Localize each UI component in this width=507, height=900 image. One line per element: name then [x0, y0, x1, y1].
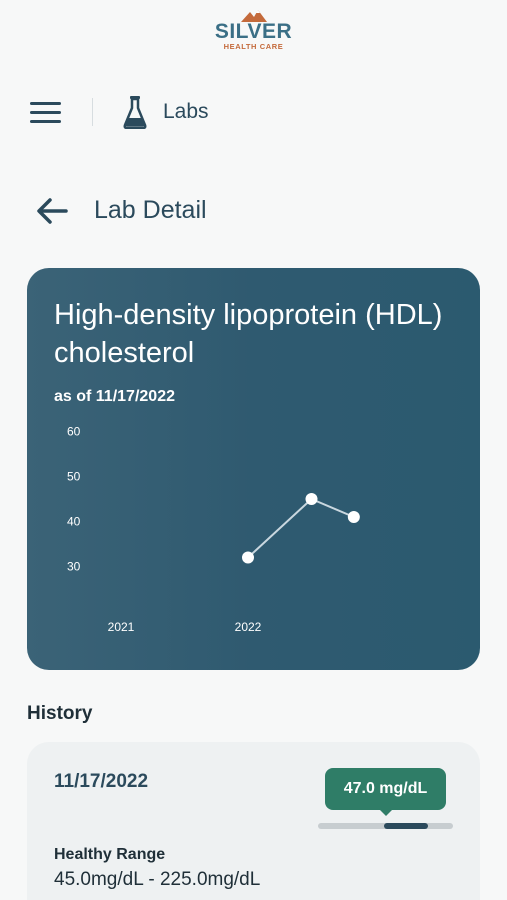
- x-tick-label: 2022: [235, 620, 262, 634]
- logo-wordmark: SILVER: [214, 20, 293, 43]
- data-point: [347, 511, 360, 523]
- y-tick-label: 50: [67, 470, 81, 484]
- page-header: Lab Detail: [36, 196, 207, 225]
- lab-chart-card: High-density lipoprotein (HDL) cholester…: [27, 268, 480, 670]
- page-title: Lab Detail: [94, 196, 207, 224]
- range-bar: [318, 823, 453, 829]
- history-date: 11/17/2022: [54, 771, 149, 792]
- history-item[interactable]: 11/17/2022 47.0 mg/dL Healthy Range 45.0…: [27, 742, 480, 900]
- back-arrow-icon[interactable]: [36, 197, 68, 225]
- menu-icon[interactable]: [30, 101, 62, 123]
- hdl-line-chart: 60 50 40 30 2021 2022: [67, 425, 360, 634]
- badge-caret: [379, 809, 393, 816]
- y-tick-label: 30: [67, 560, 81, 574]
- healthy-range-label: Healthy Range: [54, 846, 166, 863]
- logo-subtitle: HEALTH CARE: [223, 42, 284, 51]
- history-heading: History: [27, 703, 93, 724]
- app-screen: SILVER HEALTH CARE Labs Lab Detail High-…: [0, 0, 507, 900]
- x-tick-label: 2021: [108, 620, 135, 634]
- value-badge: 47.0 mg/dL: [325, 768, 446, 810]
- brand-logo: SILVER HEALTH CARE: [0, 10, 507, 51]
- range-indicator: [384, 823, 428, 829]
- data-point: [305, 493, 318, 505]
- healthy-range-value: 45.0mg/dL - 225.0mg/dL: [54, 869, 261, 890]
- nav-title: Labs: [163, 100, 209, 123]
- series-line: [247, 497, 355, 559]
- flask-icon: [123, 96, 147, 129]
- data-point: [242, 551, 254, 564]
- nav-divider: [92, 98, 93, 126]
- y-tick-label: 40: [67, 515, 81, 529]
- y-tick-label: 60: [67, 425, 81, 439]
- top-nav: Labs: [30, 92, 209, 132]
